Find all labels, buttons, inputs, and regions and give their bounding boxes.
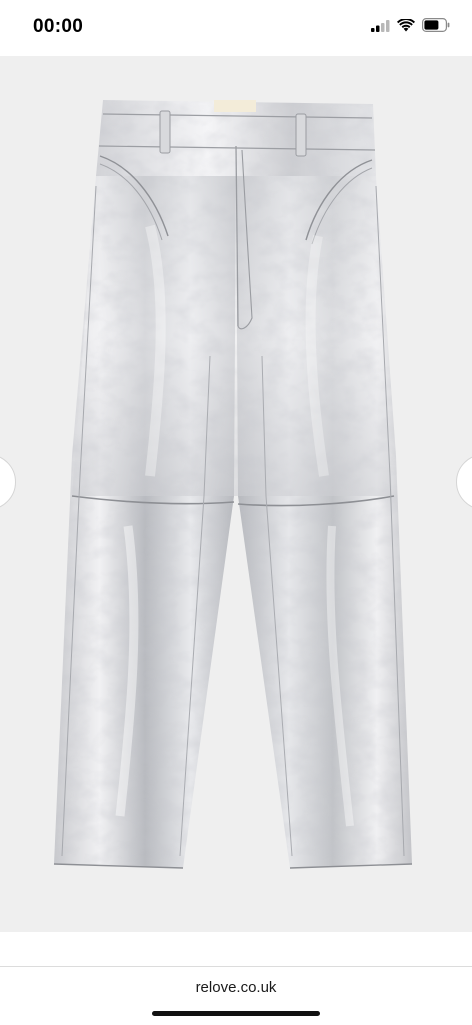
below-image-section [0, 932, 472, 968]
brand-label [214, 100, 256, 112]
status-time: 00:00 [33, 16, 84, 37]
silver-trousers-image [53, 100, 413, 869]
cellular-signal-icon [371, 19, 390, 37]
home-indicator[interactable] [152, 1011, 320, 1016]
url-text[interactable]: relove.co.uk [0, 979, 472, 996]
status-icons [371, 17, 450, 37]
status-bar: 00:00 [0, 0, 472, 56]
product-photo[interactable] [0, 56, 472, 932]
wifi-icon [397, 17, 415, 37]
browser-url-bar[interactable]: relove.co.uk [0, 966, 472, 1025]
battery-icon [422, 18, 450, 37]
